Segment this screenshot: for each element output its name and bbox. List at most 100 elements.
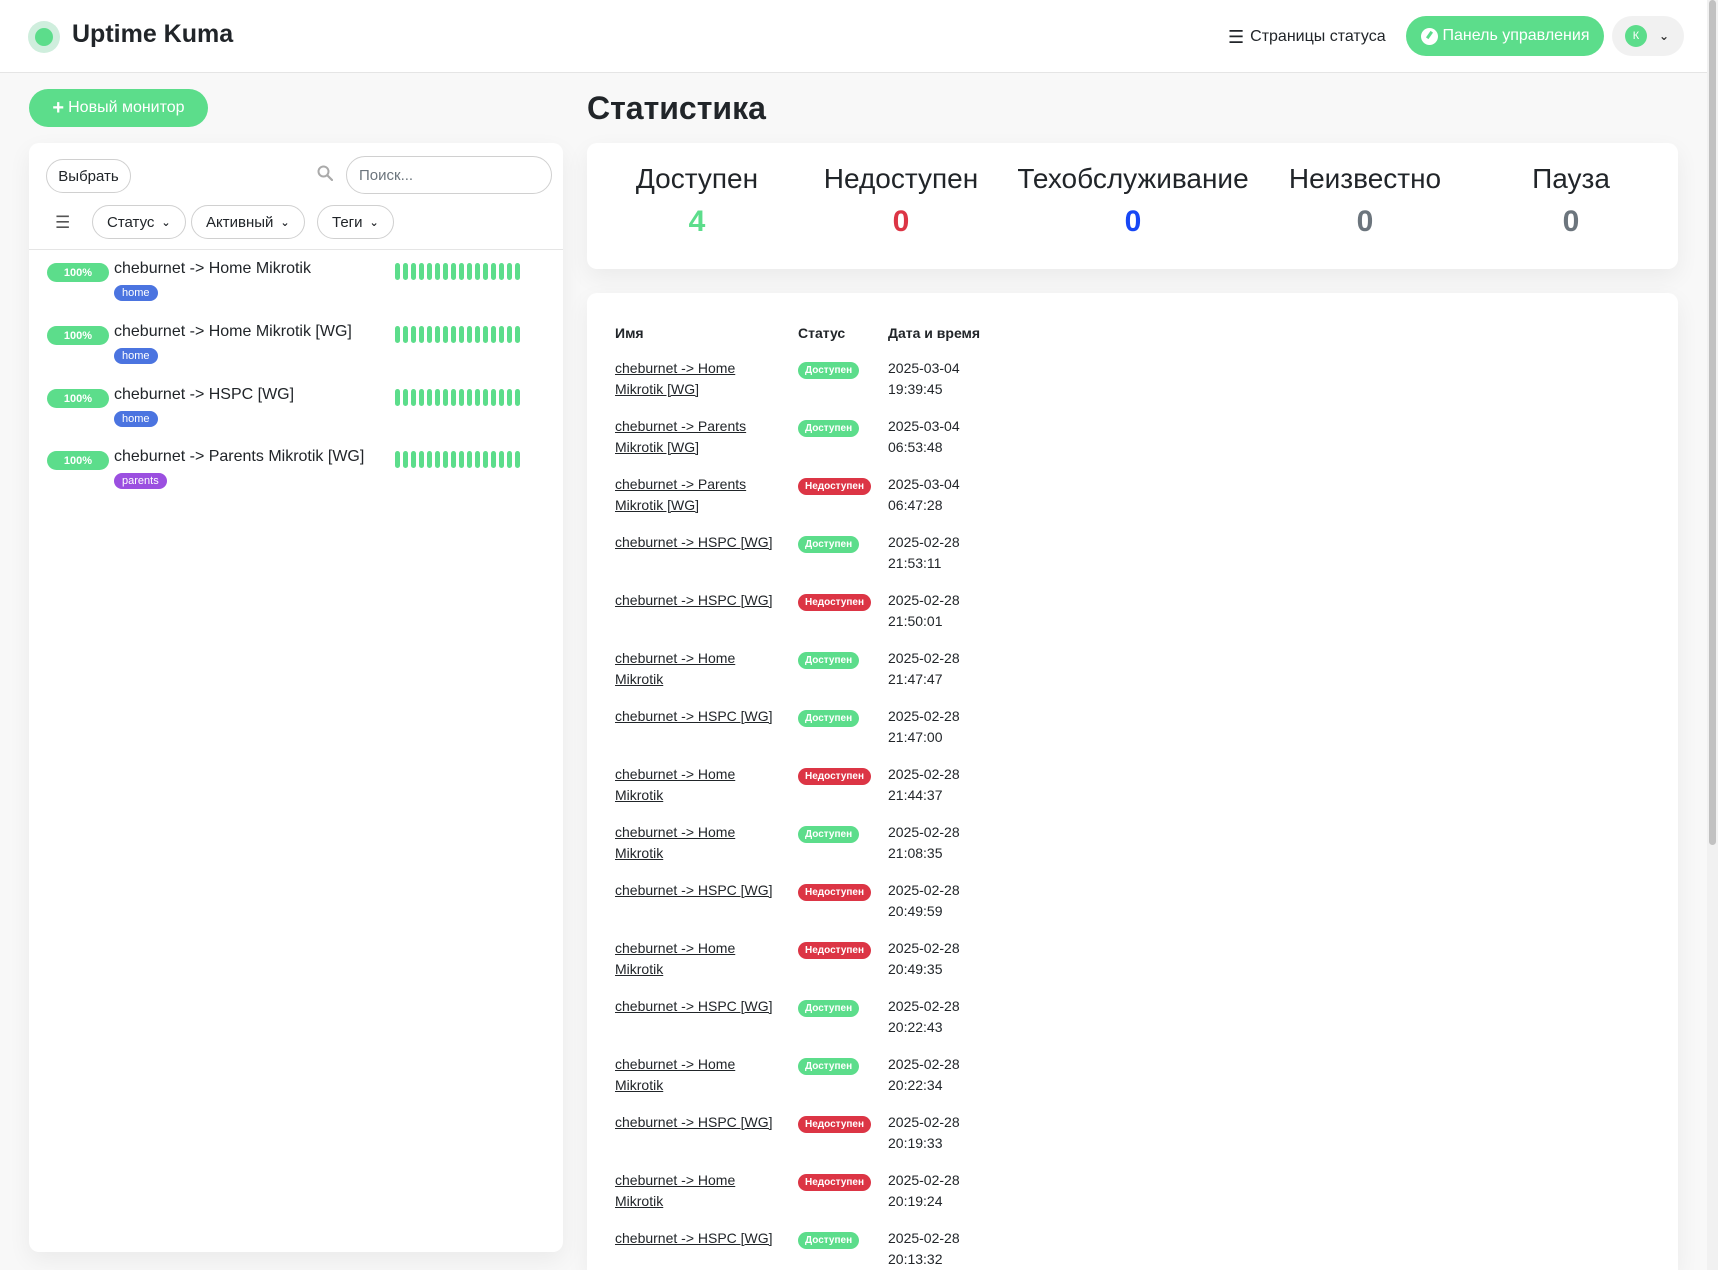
event-monitor-link[interactable]: cheburnet -> HSPC [WG] [615, 590, 785, 611]
heartbeat-beat[interactable] [411, 263, 416, 280]
event-monitor-link[interactable]: cheburnet -> Home Mikrotik [615, 1054, 785, 1096]
selection-mode-icon[interactable]: ☰ [55, 213, 70, 233]
heartbeat-beat[interactable] [411, 326, 416, 343]
heartbeat-beat[interactable] [443, 451, 448, 468]
heartbeat-beat[interactable] [411, 389, 416, 406]
heartbeat-beat[interactable] [475, 451, 480, 468]
heartbeat-beat[interactable] [435, 263, 440, 280]
event-monitor-link[interactable]: cheburnet -> HSPC [WG] [615, 1112, 785, 1133]
heartbeat-beat[interactable] [395, 389, 400, 406]
heartbeat-beat[interactable] [443, 326, 448, 343]
heartbeat-beat[interactable] [443, 389, 448, 406]
heartbeat-beat[interactable] [459, 451, 464, 468]
heartbeat-beat[interactable] [507, 326, 512, 343]
heartbeat-beat[interactable] [507, 389, 512, 406]
heartbeat-beat[interactable] [483, 326, 488, 343]
heartbeat-beat[interactable] [403, 326, 408, 343]
heartbeat-beat[interactable] [427, 451, 432, 468]
event-monitor-link[interactable]: cheburnet -> Home Mikrotik [615, 822, 785, 864]
dashboard-button[interactable]: Панель управления [1406, 16, 1604, 56]
filter-tags-dropdown[interactable]: Теги ⌄ [317, 205, 394, 239]
heartbeat-beat[interactable] [451, 263, 456, 280]
heartbeat-beat[interactable] [499, 263, 504, 280]
monitor-list-item[interactable]: 100% cheburnet -> HSPC [WG] home [29, 381, 563, 441]
heartbeat-beat[interactable] [427, 389, 432, 406]
heartbeat-beat[interactable] [411, 451, 416, 468]
heartbeat-beat[interactable] [459, 389, 464, 406]
heartbeat-beat[interactable] [491, 326, 496, 343]
heartbeat-beat[interactable] [507, 263, 512, 280]
user-menu-button[interactable]: К ⌄ [1612, 16, 1684, 56]
heartbeat-beat[interactable] [467, 263, 472, 280]
heartbeat-beat[interactable] [443, 263, 448, 280]
event-monitor-link[interactable]: cheburnet -> HSPC [WG] [615, 1228, 785, 1249]
monitor-list-item[interactable]: 100% cheburnet -> Home Mikrotik [WG] home [29, 318, 563, 378]
heartbeat-beat[interactable] [451, 326, 456, 343]
filter-status-dropdown[interactable]: Статус ⌄ [92, 205, 186, 239]
event-monitor-link[interactable]: cheburnet -> HSPC [WG] [615, 706, 785, 727]
heartbeat-beat[interactable] [419, 263, 424, 280]
event-monitor-link[interactable]: cheburnet -> Parents Mikrotik [WG] [615, 474, 785, 516]
heartbeat-beat[interactable] [403, 389, 408, 406]
event-monitor-link[interactable]: cheburnet -> Home Mikrotik [615, 764, 785, 806]
heartbeat-beat[interactable] [515, 326, 520, 343]
heartbeat-beat[interactable] [451, 451, 456, 468]
heartbeat-beat[interactable] [419, 389, 424, 406]
heartbeat-beat[interactable] [427, 263, 432, 280]
brand-title[interactable]: Uptime Kuma [72, 20, 233, 49]
heartbeat-beat[interactable] [419, 326, 424, 343]
new-monitor-button[interactable]: + Новый монитор [29, 89, 208, 127]
heartbeat-beat[interactable] [435, 326, 440, 343]
page-scrollbar[interactable] [1707, 0, 1718, 1270]
heartbeat-beat[interactable] [435, 451, 440, 468]
heartbeat-beat[interactable] [515, 451, 520, 468]
event-monitor-link[interactable]: cheburnet -> Home Mikrotik [WG] [615, 358, 785, 400]
heartbeat-beat[interactable] [395, 326, 400, 343]
heartbeat-beat[interactable] [395, 263, 400, 280]
heartbeat-beat[interactable] [491, 451, 496, 468]
event-monitor-link[interactable]: cheburnet -> HSPC [WG] [615, 996, 785, 1017]
heartbeat-beat[interactable] [499, 451, 504, 468]
heartbeat-beat[interactable] [475, 326, 480, 343]
heartbeat-beat[interactable] [467, 389, 472, 406]
event-monitor-link[interactable]: cheburnet -> Parents Mikrotik [WG] [615, 416, 785, 458]
heartbeat-beat[interactable] [427, 326, 432, 343]
heartbeat-beat[interactable] [499, 326, 504, 343]
heartbeat-beat[interactable] [403, 263, 408, 280]
event-monitor-link[interactable]: cheburnet -> Home Mikrotik [615, 938, 785, 980]
heartbeat-beat[interactable] [491, 389, 496, 406]
heartbeat-beat[interactable] [467, 451, 472, 468]
event-monitor-link[interactable]: cheburnet -> Home Mikrotik [615, 648, 785, 690]
filter-active-label: Активный [206, 213, 274, 231]
heartbeat-beat[interactable] [467, 326, 472, 343]
select-button[interactable]: Выбрать [46, 159, 131, 193]
heartbeat-beat[interactable] [515, 389, 520, 406]
heartbeat-beat[interactable] [483, 451, 488, 468]
heartbeat-beat[interactable] [507, 451, 512, 468]
heartbeat-beat[interactable] [515, 263, 520, 280]
heartbeat-beat[interactable] [491, 263, 496, 280]
filter-active-dropdown[interactable]: Активный ⌄ [191, 205, 305, 239]
monitor-list-item[interactable]: 100% cheburnet -> Parents Mikrotik [WG] pa… [29, 443, 563, 503]
uptime-kuma-logo[interactable] [28, 21, 60, 53]
heartbeat-beat[interactable] [395, 451, 400, 468]
search-input[interactable] [346, 156, 552, 194]
scrollbar-thumb[interactable] [1709, 0, 1716, 845]
event-monitor-link[interactable]: cheburnet -> HSPC [WG] [615, 880, 785, 901]
heartbeat-beat[interactable] [435, 389, 440, 406]
event-monitor-link[interactable]: cheburnet -> Home Mikrotik [615, 1170, 785, 1212]
heartbeat-beat[interactable] [483, 389, 488, 406]
heartbeat-beat[interactable] [459, 263, 464, 280]
monitor-list-item[interactable]: 100% cheburnet -> Home Mikrotik home [29, 255, 563, 315]
heartbeat-beat[interactable] [483, 263, 488, 280]
event-monitor-link[interactable]: cheburnet -> HSPC [WG] [615, 532, 785, 553]
heartbeat-beat[interactable] [451, 389, 456, 406]
heartbeat-beat[interactable] [403, 451, 408, 468]
status-pages-link[interactable]: ☰ Страницы статуса [1228, 24, 1386, 50]
heartbeat-beat[interactable] [419, 451, 424, 468]
heartbeat-beat[interactable] [475, 263, 480, 280]
heartbeat-beat[interactable] [499, 389, 504, 406]
heartbeat-bar [395, 451, 520, 468]
heartbeat-beat[interactable] [459, 326, 464, 343]
heartbeat-beat[interactable] [475, 389, 480, 406]
